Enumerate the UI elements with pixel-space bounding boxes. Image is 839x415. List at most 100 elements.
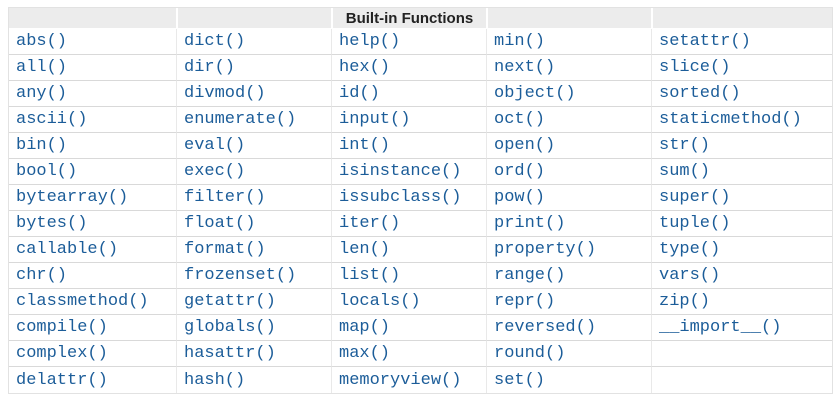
function-link[interactable]: issubclass() xyxy=(339,188,461,207)
function-link[interactable]: format() xyxy=(184,240,266,259)
function-link[interactable]: enumerate() xyxy=(184,110,296,129)
table-cell: round() xyxy=(486,341,651,367)
function-link[interactable]: tuple() xyxy=(659,214,730,233)
function-link[interactable]: property() xyxy=(494,240,596,259)
function-link[interactable]: range() xyxy=(494,266,565,285)
table-cell: zip() xyxy=(651,289,832,315)
table-cell: vars() xyxy=(651,263,832,289)
function-link[interactable]: ascii() xyxy=(16,110,87,129)
function-link[interactable]: bytes() xyxy=(16,214,87,233)
function-link[interactable]: int() xyxy=(339,136,390,155)
table-cell: dir() xyxy=(176,55,331,81)
table-cell: hash() xyxy=(176,367,331,393)
table-cell: filter() xyxy=(176,185,331,211)
function-link[interactable]: bool() xyxy=(16,162,77,181)
function-link[interactable]: iter() xyxy=(339,214,400,233)
table-cell: bool() xyxy=(9,159,176,185)
function-link[interactable]: input() xyxy=(339,110,410,129)
function-link[interactable]: object() xyxy=(494,84,576,103)
function-link[interactable]: str() xyxy=(659,136,710,155)
function-link[interactable]: print() xyxy=(494,214,565,233)
table-row: bool() exec() isinstance() ord() sum() xyxy=(9,159,832,185)
table-cell: classmethod() xyxy=(9,289,176,315)
function-link[interactable]: slice() xyxy=(659,58,730,77)
function-link[interactable]: float() xyxy=(184,214,255,233)
function-link[interactable]: staticmethod() xyxy=(659,110,802,129)
function-link[interactable]: bin() xyxy=(16,136,67,155)
table-cell: dict() xyxy=(176,29,331,55)
function-link[interactable]: callable() xyxy=(16,240,118,259)
table-body: abs() dict() help() min() setattr() all() dir(… xyxy=(9,29,832,393)
function-link[interactable]: reversed() xyxy=(494,318,596,337)
function-link[interactable]: eval() xyxy=(184,136,245,155)
function-link[interactable]: exec() xyxy=(184,162,245,181)
function-link[interactable]: min() xyxy=(494,32,545,51)
function-link[interactable]: setattr() xyxy=(659,32,751,51)
function-link[interactable]: complex() xyxy=(16,344,108,363)
function-link[interactable]: sum() xyxy=(659,162,710,181)
function-link[interactable]: next() xyxy=(494,58,555,77)
function-link[interactable]: __import__() xyxy=(659,318,781,337)
function-link[interactable]: chr() xyxy=(16,266,67,285)
function-link[interactable]: ord() xyxy=(494,162,545,181)
header-cell-empty-4 xyxy=(486,8,651,29)
function-link[interactable]: id() xyxy=(339,84,380,103)
function-link[interactable]: isinstance() xyxy=(339,162,461,181)
header-cell-empty-1 xyxy=(9,8,176,29)
function-link[interactable]: pow() xyxy=(494,188,545,207)
table-cell: hex() xyxy=(331,55,486,81)
function-link[interactable]: help() xyxy=(339,32,400,51)
function-link[interactable]: bytearray() xyxy=(16,188,128,207)
function-link[interactable]: classmethod() xyxy=(16,292,149,311)
table-cell: super() xyxy=(651,185,832,211)
function-link[interactable]: dir() xyxy=(184,58,235,77)
table-cell: globals() xyxy=(176,315,331,341)
function-link[interactable]: getattr() xyxy=(184,292,276,311)
table-title: Built-in Functions xyxy=(331,8,486,29)
table-cell: ord() xyxy=(486,159,651,185)
function-link[interactable]: memoryview() xyxy=(339,371,461,390)
table-cell: exec() xyxy=(176,159,331,185)
function-link[interactable]: locals() xyxy=(339,292,421,311)
function-link[interactable]: all() xyxy=(16,58,67,77)
function-link[interactable]: sorted() xyxy=(659,84,741,103)
table-cell: chr() xyxy=(9,263,176,289)
function-link[interactable]: abs() xyxy=(16,32,67,51)
function-link[interactable]: hasattr() xyxy=(184,344,276,363)
function-link[interactable]: dict() xyxy=(184,32,245,51)
function-link[interactable]: type() xyxy=(659,240,720,259)
table-cell: abs() xyxy=(9,29,176,55)
function-link[interactable]: open() xyxy=(494,136,555,155)
function-link[interactable]: hex() xyxy=(339,58,390,77)
function-link[interactable]: hash() xyxy=(184,371,245,390)
function-link[interactable]: any() xyxy=(16,84,67,103)
function-link[interactable]: map() xyxy=(339,318,390,337)
function-link[interactable]: frozenset() xyxy=(184,266,296,285)
header-cell-empty-2 xyxy=(176,8,331,29)
function-link[interactable]: super() xyxy=(659,188,730,207)
function-link[interactable]: divmod() xyxy=(184,84,266,103)
function-link[interactable]: max() xyxy=(339,344,390,363)
function-link[interactable]: oct() xyxy=(494,110,545,129)
function-link[interactable]: vars() xyxy=(659,266,720,285)
table-cell: tuple() xyxy=(651,211,832,237)
function-link[interactable]: set() xyxy=(494,371,545,390)
function-link[interactable]: delattr() xyxy=(16,371,108,390)
function-link[interactable]: repr() xyxy=(494,292,555,311)
function-link[interactable]: round() xyxy=(494,344,565,363)
function-link[interactable]: len() xyxy=(339,240,390,259)
table-row: compile() globals() map() reversed() __impor… xyxy=(9,315,832,341)
function-link[interactable]: globals() xyxy=(184,318,276,337)
table-row: delattr() hash() memoryview() set() xyxy=(9,367,832,393)
table-cell: next() xyxy=(486,55,651,81)
table-cell: len() xyxy=(331,237,486,263)
table-header-row: Built-in Functions xyxy=(9,8,832,29)
function-link[interactable]: list() xyxy=(339,266,400,285)
table-cell: bin() xyxy=(9,133,176,159)
table-cell xyxy=(651,367,832,393)
table-cell: frozenset() xyxy=(176,263,331,289)
table-cell: id() xyxy=(331,81,486,107)
function-link[interactable]: filter() xyxy=(184,188,266,207)
function-link[interactable]: zip() xyxy=(659,292,710,311)
function-link[interactable]: compile() xyxy=(16,318,108,337)
